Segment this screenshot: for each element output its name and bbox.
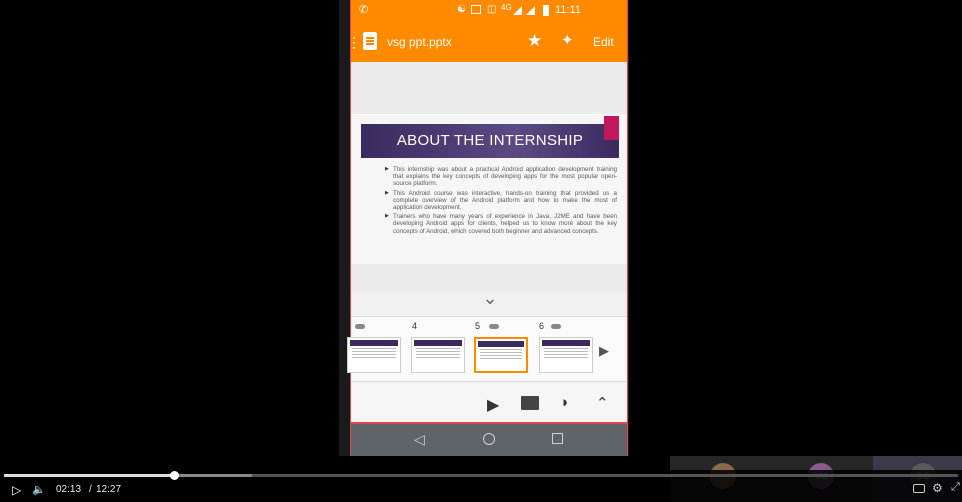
share-person-icon[interactable]: ✦ (561, 31, 574, 49)
battery-icon (543, 5, 549, 16)
slide: ABOUT THE INTERNSHIP This internship was… (351, 114, 627, 264)
volume-icon[interactable]: 🔈 (32, 483, 46, 496)
fullscreen-icon[interactable]: ⤢ (951, 481, 960, 494)
edit-button[interactable]: Edit (593, 35, 614, 49)
slide-bullets: This internship was about a practical An… (385, 166, 617, 237)
video-stage[interactable]: ✆ ☯ ◫ 4G 11:11 ⋮ vsg ppt.pptx ★ ✦ Edit A… (0, 0, 962, 502)
slide-indicator-dot (551, 324, 561, 329)
video-controls: ▷ 🔈 02:13 / 12:27 ⚙ ⤢ (0, 470, 962, 502)
slide-title: ABOUT THE INTERNSHIP (396, 132, 584, 149)
file-name: vsg ppt.pptx (387, 35, 452, 49)
notes-icon[interactable] (521, 396, 539, 410)
slide-indicator-dot (489, 324, 499, 329)
slide-bullet: This internship was about a practical An… (385, 166, 617, 188)
thumbnail-number: 6 (539, 321, 545, 331)
thumbnail-number: 5 (475, 321, 481, 331)
chevron-up-icon[interactable]: ⌃ (596, 394, 609, 412)
phone-screen: ✆ ☯ ◫ 4G 11:11 ⋮ vsg ppt.pptx ★ ✦ Edit A… (347, 0, 628, 456)
slide-area[interactable]: ABOUT THE INTERNSHIP This internship was… (351, 62, 627, 292)
document-icon (363, 32, 377, 50)
chevron-down-icon[interactable]: ⌄ (479, 288, 501, 308)
play-icon[interactable]: ▶ (487, 395, 499, 415)
banner-accent (604, 116, 619, 140)
slide-thumbnail-selected[interactable] (474, 337, 528, 373)
network-type: 4G (501, 3, 512, 12)
slide-indicator-dot (355, 324, 365, 329)
vibrate-icon: ◫ (487, 4, 497, 15)
phone-frame: ✆ ☯ ◫ 4G 11:11 ⋮ vsg ppt.pptx ★ ✦ Edit A… (339, 0, 629, 456)
next-slides-icon[interactable]: ▶ (599, 343, 609, 359)
cast-icon (471, 5, 481, 14)
status-bar: ✆ ☯ ◫ 4G 11:11 (351, 0, 627, 22)
bottom-toolbar: ▶ ◑ ⌃ (351, 382, 627, 424)
total-time: 12:27 (96, 484, 122, 495)
headset-icon: ☯ (457, 4, 466, 15)
star-icon[interactable]: ★ (527, 31, 542, 51)
progress-bar[interactable] (4, 471, 958, 480)
slide-bullet: This Android course was interactive, han… (385, 190, 617, 212)
gear-icon[interactable]: ⚙ (932, 481, 943, 495)
slide-thumbnail[interactable] (347, 337, 401, 373)
current-time: 02:13 (56, 484, 82, 495)
thumbnail-number: 4 (412, 321, 418, 331)
recents-icon[interactable] (552, 433, 563, 444)
binoculars-icon[interactable]: ◑ (559, 394, 568, 411)
signal-icon-2 (526, 6, 535, 15)
slide-thumbnail[interactable] (539, 337, 593, 373)
app-bar: ⋮ vsg ppt.pptx ★ ✦ Edit (347, 22, 627, 62)
captions-icon[interactable] (913, 484, 925, 493)
progress-knob[interactable] (169, 471, 179, 480)
progress-played (4, 474, 174, 477)
back-icon[interactable]: ◁ (414, 431, 425, 448)
phone-icon: ✆ (359, 4, 369, 16)
menu-icon[interactable]: ⋮ (347, 32, 361, 52)
slide-bullet: Trainers who have many years of experien… (385, 213, 617, 235)
android-nav-bar: ◁ (351, 424, 627, 456)
slide-thumbnails[interactable]: 4 5 6 ▶ (347, 316, 627, 382)
play-icon[interactable]: ▷ (12, 483, 21, 497)
time-separator: / (89, 484, 92, 495)
slide-thumbnail[interactable] (411, 337, 465, 373)
slide-title-banner: ABOUT THE INTERNSHIP (361, 116, 619, 158)
home-icon[interactable] (483, 433, 495, 445)
status-time: 11:11 (555, 4, 581, 16)
signal-icon (513, 6, 522, 15)
